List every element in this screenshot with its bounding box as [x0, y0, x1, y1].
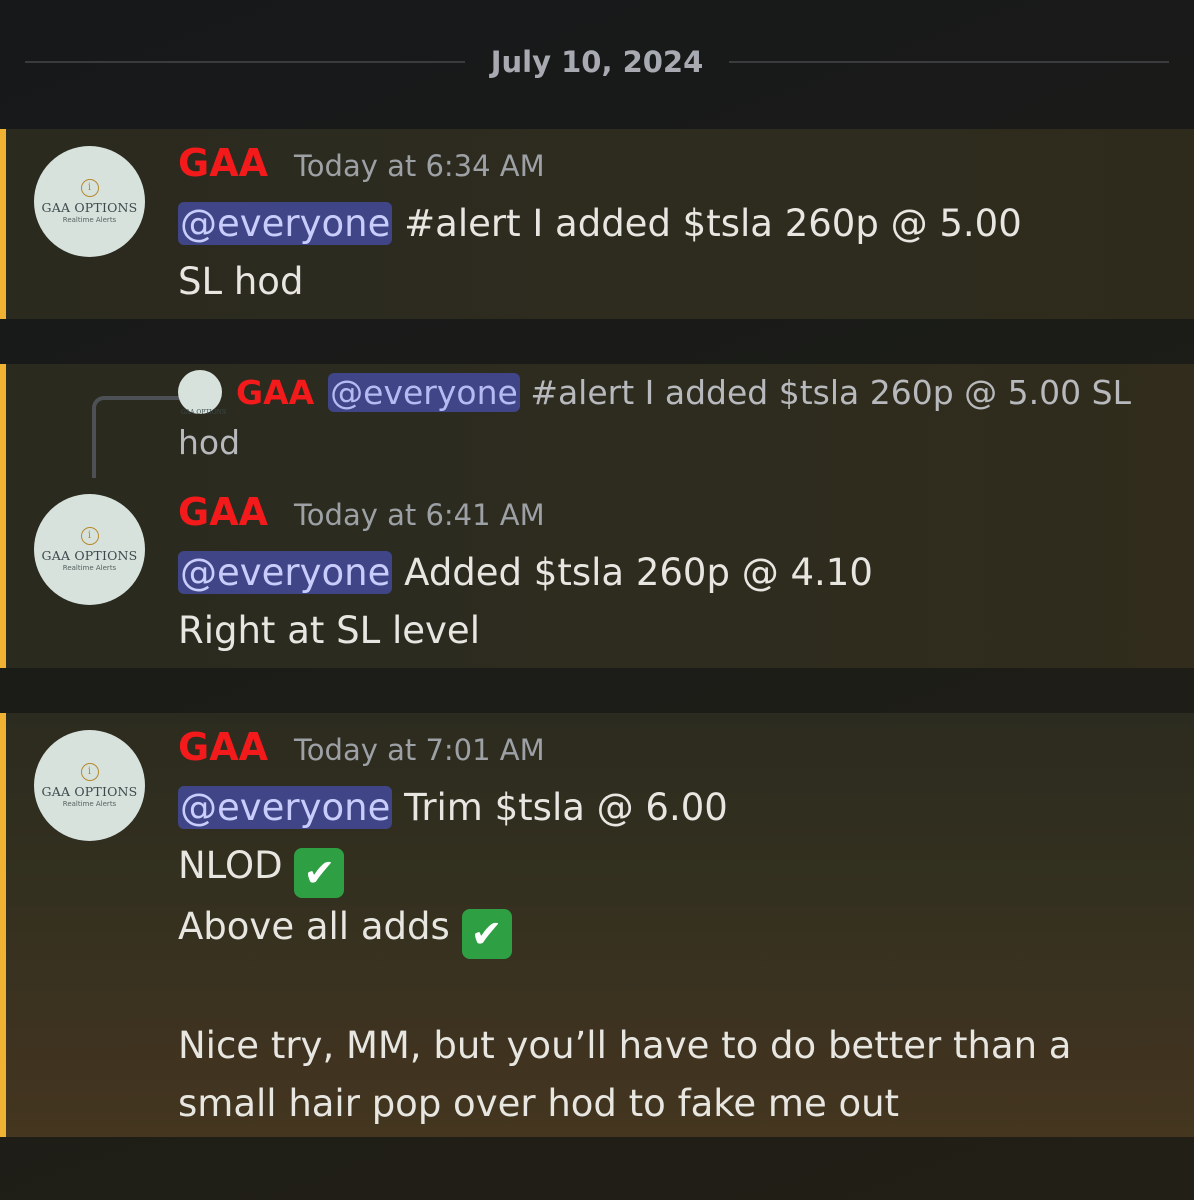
timestamp: Today at 6:34 AM [294, 149, 545, 183]
avatar[interactable]: i GAA OPTIONS Realtime Alerts [34, 730, 145, 841]
logo-mark-icon: i [80, 527, 99, 545]
message[interactable]: i GAA OPTIONS Realtime Alerts GAA Today … [0, 129, 1194, 319]
message-line: NLOD ✔ [178, 837, 1174, 898]
avatar-brand: GAA OPTIONS [41, 548, 138, 563]
message-line: @everyone Added $tsla 260p @ 4.10 [178, 544, 1174, 602]
above-adds-text: Above all adds [178, 905, 450, 948]
reply-preview[interactable]: GAA OPTIONS GAA @everyone #alert I added $… [178, 368, 1134, 468]
mention-everyone[interactable]: @everyone [178, 202, 393, 245]
mention-everyone[interactable]: @everyone [178, 786, 393, 829]
reply-mention: @everyone [328, 373, 520, 412]
message-line: @everyone Trim $tsla @ 6.00 [178, 779, 1174, 837]
message-line: SL hod [178, 260, 304, 303]
avatar[interactable]: i GAA OPTIONS Realtime Alerts [34, 494, 145, 605]
date-divider: July 10, 2024 [25, 40, 1169, 84]
mention-everyone[interactable]: @everyone [178, 551, 393, 594]
message-header: GAA Today at 6:34 AM [178, 141, 545, 185]
message[interactable]: i GAA OPTIONS Realtime Alerts GAA Today … [0, 713, 1194, 1137]
reply-connector [92, 396, 180, 478]
username[interactable]: GAA [178, 725, 268, 769]
avatar-tagline: Realtime Alerts [62, 216, 117, 224]
message-content: @everyone #alert I added $tsla 260p @ 5.… [178, 195, 1174, 311]
username[interactable]: GAA [178, 490, 268, 534]
avatar-tagline: Realtime Alerts [62, 564, 117, 572]
message-text: Trim $tsla @ 6.00 [404, 786, 728, 829]
avatar-tagline: Realtime Alerts [62, 800, 117, 808]
message[interactable]: GAA OPTIONS GAA @everyone #alert I added $… [0, 364, 1194, 668]
message-line: Above all adds ✔ [178, 898, 1174, 959]
avatar[interactable]: i GAA OPTIONS Realtime Alerts [34, 146, 145, 257]
message-content: @everyone Added $tsla 260p @ 4.10 Right … [178, 544, 1174, 660]
check-mark-icon: ✔ [461, 909, 512, 959]
avatar-brand: GAA OPTIONS [41, 200, 138, 215]
message-text: Added $tsla 260p @ 4.10 [404, 551, 873, 594]
logo-mark-icon: i [80, 179, 99, 197]
message-line: small hair pop over hod to fake me out [178, 1082, 900, 1125]
message-header: GAA Today at 6:41 AM [178, 490, 545, 534]
message-line: Right at SL level [178, 609, 480, 652]
message-header: GAA Today at 7:01 AM [178, 725, 545, 769]
message-content: @everyone Trim $tsla @ 6.00 NLOD ✔ Above… [178, 779, 1174, 1133]
logo-mark-icon: i [80, 763, 99, 781]
check-mark-icon: ✔ [294, 848, 345, 898]
timestamp: Today at 6:41 AM [294, 498, 545, 532]
username[interactable]: GAA [178, 141, 268, 185]
divider-line-right [729, 61, 1169, 63]
message-line: Nice try, MM, but you’ll have to do bett… [178, 1024, 1072, 1067]
reply-text: #alert I added $tsla 260p @ 5.00 SL hod [178, 373, 1131, 462]
reply-username: GAA [236, 373, 315, 412]
date-label: July 10, 2024 [490, 45, 704, 79]
avatar-brand: GAA OPTIONS [41, 784, 138, 799]
message-line: @everyone #alert I added $tsla 260p @ 5.… [178, 195, 1174, 253]
timestamp: Today at 7:01 AM [294, 733, 545, 767]
message-text: #alert I added $tsla 260p @ 5.00 [404, 202, 1022, 245]
divider-line-left [25, 61, 465, 63]
nlod-text: NLOD [178, 844, 283, 887]
reply-avatar: GAA OPTIONS [178, 370, 226, 416]
